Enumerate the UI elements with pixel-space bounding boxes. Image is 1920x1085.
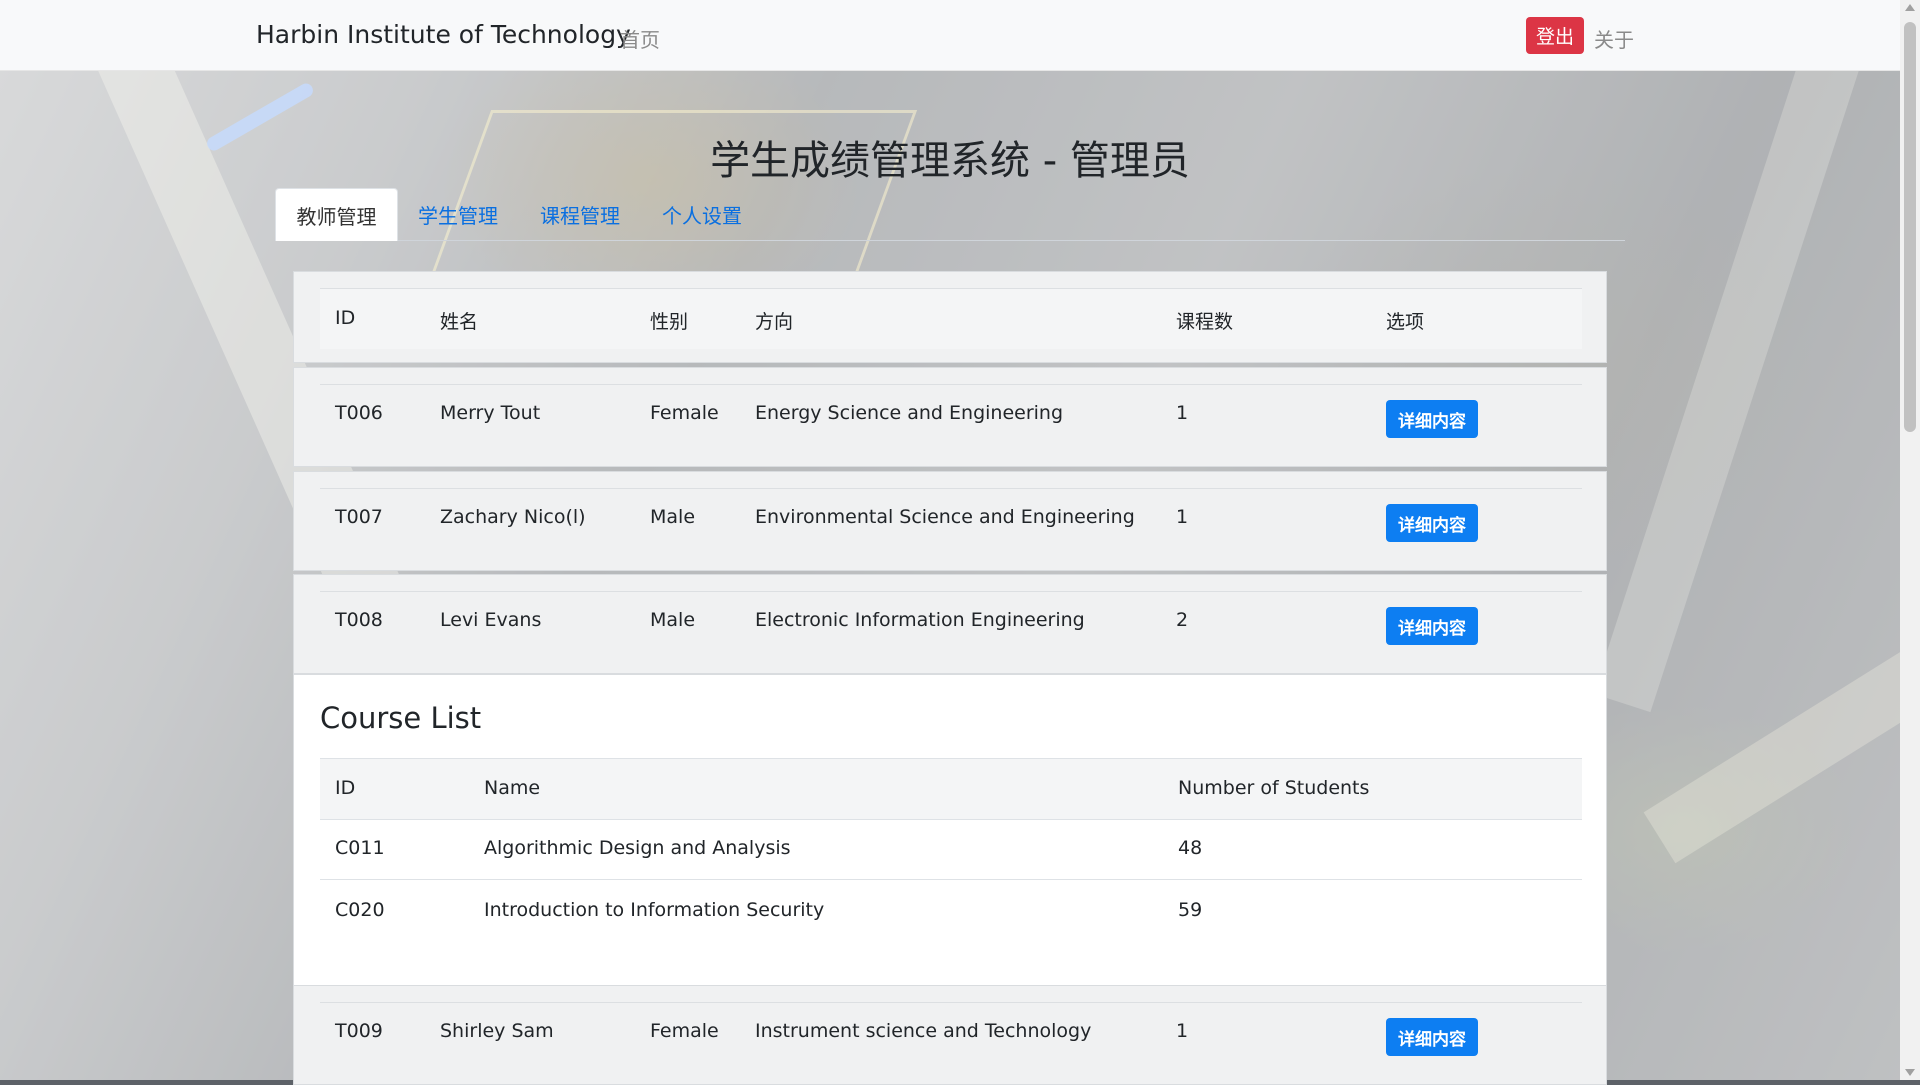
vertical-scrollbar[interactable]: [1900, 0, 1920, 1080]
teacher-course-count: 1: [1176, 402, 1189, 424]
teacher-gender: Female: [650, 402, 719, 424]
course-list-title: Course List: [320, 701, 482, 735]
teacher-id: T007: [335, 506, 383, 528]
nav-home-link[interactable]: 首页: [620, 24, 660, 53]
course-id: C011: [335, 837, 385, 859]
teacher-name: Shirley Sam: [440, 1020, 554, 1042]
course-header-students: Number of Students: [1178, 777, 1370, 799]
teacher-id: T008: [335, 609, 383, 631]
teacher-direction: Environmental Science and Engineering: [755, 506, 1135, 528]
navbar: Harbin Institute of Technology 首页 登出 关于: [0, 0, 1900, 71]
header-options: 选项: [1386, 311, 1425, 333]
scroll-up-arrow-icon[interactable]: [1905, 4, 1915, 11]
table-header: ID 姓名 性别 方向 课程数 选项: [293, 271, 1607, 363]
course-name: Introduction to Information Security: [484, 899, 825, 921]
teacher-name: Zachary Nico(l): [440, 506, 586, 528]
course-id: C020: [335, 899, 385, 921]
tab-course-management[interactable]: 课程管理: [530, 188, 630, 240]
header-direction: 方向: [755, 311, 794, 333]
tab-personal-settings[interactable]: 个人设置: [652, 188, 752, 240]
scrollbar-thumb[interactable]: [1904, 22, 1916, 432]
course-header-id: ID: [335, 777, 356, 799]
teacher-direction: Instrument science and Technology: [755, 1020, 1092, 1042]
detail-button[interactable]: 详细内容: [1386, 504, 1478, 542]
course-student-count: 48: [1178, 837, 1203, 859]
teacher-name: Merry Tout: [440, 402, 541, 424]
table-row: T009 Shirley Sam Female Instrument scien…: [293, 985, 1607, 1085]
header-gender: 性别: [650, 311, 689, 333]
teacher-id: T006: [335, 402, 383, 424]
logout-button[interactable]: 登出: [1526, 17, 1584, 54]
detail-button[interactable]: 详细内容: [1386, 1018, 1478, 1056]
course-student-count: 59: [1178, 899, 1203, 921]
teacher-course-count: 1: [1176, 1020, 1189, 1042]
table-header-row: ID 姓名 性别 方向 课程数 选项: [320, 288, 1582, 349]
teacher-gender: Male: [650, 506, 696, 528]
course-row: C011 Algorithmic Design and Analysis 48: [320, 819, 1582, 880]
teacher-course-count: 2: [1176, 609, 1189, 631]
course-header-name: Name: [484, 777, 541, 799]
teacher-name: Levi Evans: [440, 609, 542, 631]
teacher-id: T009: [335, 1020, 383, 1042]
course-row: C020 Introduction to Information Securit…: [320, 881, 1582, 941]
scroll-down-arrow-icon[interactable]: [1905, 1069, 1915, 1076]
detail-button[interactable]: 详细内容: [1386, 400, 1478, 438]
page-title: 学生成绩管理系统 - 管理员: [710, 138, 1190, 184]
table-row: T007 Zachary Nico(l) Male Environmental …: [293, 471, 1607, 571]
teacher-gender: Female: [650, 1020, 719, 1042]
teacher-direction: Energy Science and Engineering: [755, 402, 1064, 424]
teacher-direction: Electronic Information Engineering: [755, 609, 1085, 631]
header-id: ID: [335, 307, 356, 329]
course-list-panel: Course List ID Name Number of Students C…: [293, 674, 1607, 987]
nav-about-link[interactable]: 关于: [1594, 24, 1634, 53]
detail-button[interactable]: 详细内容: [1386, 607, 1478, 645]
table-row: T008 Levi Evans Male Electronic Informat…: [293, 574, 1607, 674]
brand-link[interactable]: Harbin Institute of Technology: [256, 20, 631, 49]
header-name: 姓名: [440, 311, 479, 333]
course-table-header: ID Name Number of Students: [320, 758, 1582, 820]
course-name: Algorithmic Design and Analysis: [484, 837, 791, 859]
teacher-gender: Male: [650, 609, 696, 631]
teacher-course-count: 1: [1176, 506, 1189, 528]
tab-bar: 教师管理 学生管理 课程管理 个人设置: [275, 188, 1625, 241]
table-row: T006 Merry Tout Female Energy Science an…: [293, 367, 1607, 467]
tab-student-management[interactable]: 学生管理: [408, 188, 508, 240]
tab-teacher-management[interactable]: 教师管理: [275, 188, 398, 241]
header-course-count: 课程数: [1176, 311, 1234, 333]
